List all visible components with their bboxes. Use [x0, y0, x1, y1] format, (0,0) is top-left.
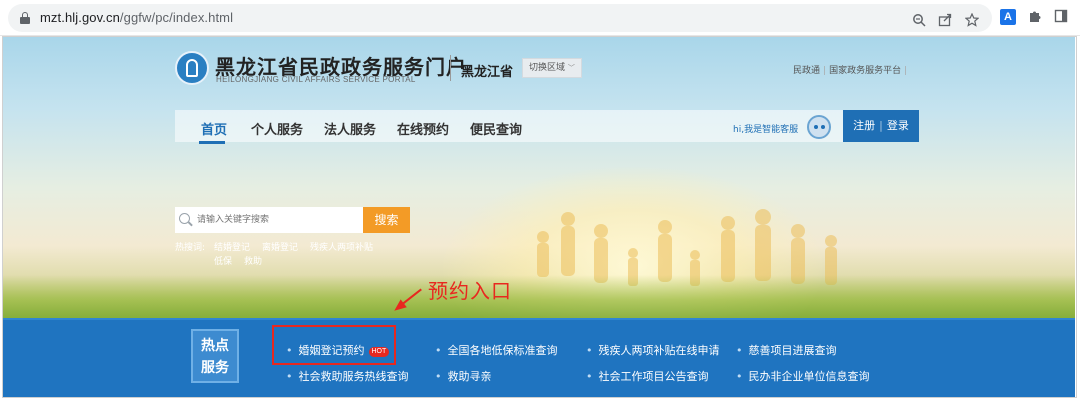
site-logo-icon[interactable]: [175, 51, 209, 85]
service-charity-progress[interactable]: 慈善项目进展查询: [736, 342, 837, 358]
annotation-highlight-box: [272, 325, 396, 365]
hot-services-tile: 热点 服务: [191, 329, 239, 383]
side-panel-icon[interactable]: [1052, 9, 1070, 27]
top-links: 民政通 | 国家政务服务平台 |: [793, 63, 910, 76]
zoom-icon[interactable]: [910, 13, 928, 31]
hot-keyword-divorce[interactable]: 离婚登记: [262, 240, 298, 253]
search-icon: [179, 213, 190, 224]
service-minimum-living-standard[interactable]: 全国各地低保标准查询: [435, 342, 558, 358]
chatbot-robot-icon[interactable]: [807, 115, 831, 139]
url-path: /ggfw/pc/index.html: [119, 10, 234, 25]
extensions-puzzle-icon[interactable]: [1026, 9, 1044, 27]
page-content: 黑龙江省民政政务服务门户 HEILONGJIANG CIVIL AFFAIRS …: [3, 37, 1075, 397]
annotation-label: 预约入口: [428, 279, 512, 303]
switch-region-dropdown[interactable]: 切换区域 ﹀: [522, 58, 582, 78]
nav-item-convenience-query[interactable]: 便民查询: [470, 119, 522, 138]
nav-item-online-appointment[interactable]: 在线预约: [397, 119, 449, 138]
nav-item-corporate-services[interactable]: 法人服务: [324, 119, 376, 138]
url-text[interactable]: mzt.hlj.gov.cn/ggfw/pc/index.html: [40, 10, 233, 25]
link-separator: |: [823, 66, 827, 76]
service-family-search[interactable]: 救助寻亲: [435, 368, 492, 384]
hot-tile-line2: 服务: [201, 360, 229, 376]
hot-search-label: 热搜词:: [175, 243, 206, 253]
top-link-national-platform[interactable]: 国家政务服务平台: [829, 66, 901, 76]
search-input[interactable]: [197, 213, 357, 227]
register-button[interactable]: 注册: [853, 119, 875, 132]
auth-buttons: 注册 | 登录: [843, 110, 919, 142]
address-bar[interactable]: mzt.hlj.gov.cn/ggfw/pc/index.html: [8, 4, 992, 32]
hot-keyword-marriage[interactable]: 结婚登记: [214, 240, 250, 253]
hot-tile-line1: 热点: [201, 338, 229, 354]
header-divider: [450, 55, 451, 81]
service-disability-subsidy-apply[interactable]: 残疾人两项补贴在线申请: [586, 342, 720, 358]
service-social-work-notice[interactable]: 社会工作项目公告查询: [586, 368, 709, 384]
hot-keyword-relief[interactable]: 救助: [244, 254, 262, 267]
chevron-down-icon: ﹀: [567, 64, 575, 72]
switch-region-label: 切换区域: [529, 63, 566, 73]
band-top-edge: [3, 318, 1075, 320]
lock-icon[interactable]: [20, 12, 30, 24]
service-private-nonprofit-info[interactable]: 民办非企业单位信息查询: [736, 368, 870, 384]
current-province: 黑龙江省: [461, 65, 514, 80]
nav-item-home[interactable]: 首页: [201, 119, 227, 138]
auth-separator: |: [879, 119, 883, 132]
hot-keyword-disability-subsidy[interactable]: 残疾人两项补贴: [310, 240, 373, 253]
browser-toolbar: mzt.hlj.gov.cn/ggfw/pc/index.html A: [0, 0, 1080, 36]
translate-extension-icon[interactable]: A: [1000, 9, 1016, 25]
share-icon[interactable]: [936, 13, 954, 31]
bookmark-star-icon[interactable]: [963, 12, 981, 31]
nav-active-indicator: [199, 141, 225, 144]
top-link-minzhengtong[interactable]: 民政通: [793, 66, 820, 76]
search-button[interactable]: 搜索: [363, 207, 410, 233]
nav-item-personal-services[interactable]: 个人服务: [251, 119, 303, 138]
link-separator: |: [904, 66, 908, 76]
url-host: mzt.hlj.gov.cn: [40, 10, 120, 25]
site-subtitle: HEILONGJIANG CIVIL AFFAIRS SERVICE PORTA…: [216, 75, 416, 84]
smart-assistant-hint[interactable]: hi,我是智能客服: [733, 122, 798, 135]
service-relief-hotline[interactable]: 社会救助服务热线查询: [286, 368, 409, 384]
login-button[interactable]: 登录: [887, 119, 909, 132]
hot-keyword-minimum-living[interactable]: 低保: [214, 254, 232, 267]
